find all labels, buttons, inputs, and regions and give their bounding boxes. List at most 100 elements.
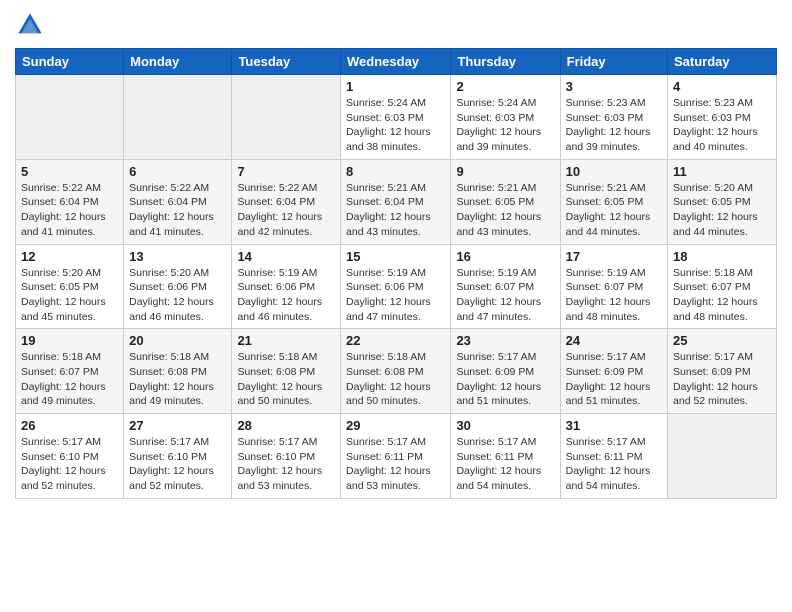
day-info: Sunrise: 5:17 AM Sunset: 6:10 PM Dayligh…: [237, 435, 335, 494]
calendar-cell: 12 Sunrise: 5:20 AM Sunset: 6:05 PM Dayli…: [16, 244, 124, 329]
day-info: Sunrise: 5:24 AM Sunset: 6:03 PM Dayligh…: [456, 96, 554, 155]
weekday-header-saturday: Saturday: [668, 49, 777, 75]
calendar-cell: 4 Sunrise: 5:23 AM Sunset: 6:03 PM Daylig…: [668, 75, 777, 160]
day-number: 7: [237, 164, 335, 179]
calendar-cell: 14 Sunrise: 5:19 AM Sunset: 6:06 PM Dayli…: [232, 244, 341, 329]
weekday-header-friday: Friday: [560, 49, 667, 75]
calendar-cell: 1 Sunrise: 5:24 AM Sunset: 6:03 PM Daylig…: [341, 75, 451, 160]
weekday-header-monday: Monday: [124, 49, 232, 75]
day-info: Sunrise: 5:19 AM Sunset: 6:07 PM Dayligh…: [456, 266, 554, 325]
day-number: 29: [346, 418, 445, 433]
calendar-cell: 28 Sunrise: 5:17 AM Sunset: 6:10 PM Dayli…: [232, 414, 341, 499]
calendar-cell: 6 Sunrise: 5:22 AM Sunset: 6:04 PM Daylig…: [124, 159, 232, 244]
calendar-cell: 9 Sunrise: 5:21 AM Sunset: 6:05 PM Daylig…: [451, 159, 560, 244]
day-number: 12: [21, 249, 118, 264]
calendar-cell: 29 Sunrise: 5:17 AM Sunset: 6:11 PM Dayli…: [341, 414, 451, 499]
day-number: 13: [129, 249, 226, 264]
day-info: Sunrise: 5:24 AM Sunset: 6:03 PM Dayligh…: [346, 96, 445, 155]
day-info: Sunrise: 5:19 AM Sunset: 6:07 PM Dayligh…: [566, 266, 662, 325]
day-info: Sunrise: 5:23 AM Sunset: 6:03 PM Dayligh…: [673, 96, 771, 155]
day-number: 5: [21, 164, 118, 179]
day-number: 27: [129, 418, 226, 433]
day-number: 28: [237, 418, 335, 433]
day-info: Sunrise: 5:21 AM Sunset: 6:05 PM Dayligh…: [456, 181, 554, 240]
calendar-week-1: 1 Sunrise: 5:24 AM Sunset: 6:03 PM Daylig…: [16, 75, 777, 160]
calendar-cell: 19 Sunrise: 5:18 AM Sunset: 6:07 PM Dayli…: [16, 329, 124, 414]
day-info: Sunrise: 5:18 AM Sunset: 6:07 PM Dayligh…: [673, 266, 771, 325]
calendar-cell: 31 Sunrise: 5:17 AM Sunset: 6:11 PM Dayli…: [560, 414, 667, 499]
day-number: 20: [129, 333, 226, 348]
calendar-week-4: 19 Sunrise: 5:18 AM Sunset: 6:07 PM Dayli…: [16, 329, 777, 414]
calendar-cell: 20 Sunrise: 5:18 AM Sunset: 6:08 PM Dayli…: [124, 329, 232, 414]
day-number: 23: [456, 333, 554, 348]
day-info: Sunrise: 5:22 AM Sunset: 6:04 PM Dayligh…: [129, 181, 226, 240]
calendar-cell: 21 Sunrise: 5:18 AM Sunset: 6:08 PM Dayli…: [232, 329, 341, 414]
weekday-header-thursday: Thursday: [451, 49, 560, 75]
weekday-header-wednesday: Wednesday: [341, 49, 451, 75]
day-number: 9: [456, 164, 554, 179]
day-info: Sunrise: 5:20 AM Sunset: 6:06 PM Dayligh…: [129, 266, 226, 325]
calendar-cell: 15 Sunrise: 5:19 AM Sunset: 6:06 PM Dayli…: [341, 244, 451, 329]
day-info: Sunrise: 5:17 AM Sunset: 6:09 PM Dayligh…: [673, 350, 771, 409]
calendar-cell: 26Sunrise: 5:17 AM Sunset: 6:10 PM Dayli…: [16, 414, 124, 499]
calendar-cell: 10 Sunrise: 5:21 AM Sunset: 6:05 PM Dayli…: [560, 159, 667, 244]
day-info: Sunrise: 5:21 AM Sunset: 6:05 PM Dayligh…: [566, 181, 662, 240]
calendar-cell: 2Sunrise: 5:24 AM Sunset: 6:03 PM Daylig…: [451, 75, 560, 160]
day-info: Sunrise: 5:17 AM Sunset: 6:09 PM Dayligh…: [456, 350, 554, 409]
weekday-header-sunday: Sunday: [16, 49, 124, 75]
weekday-header-row: SundayMondayTuesdayWednesdayThursdayFrid…: [16, 49, 777, 75]
day-number: 18: [673, 249, 771, 264]
header: [15, 10, 777, 40]
calendar-cell: [668, 414, 777, 499]
day-info: Sunrise: 5:22 AM Sunset: 6:04 PM Dayligh…: [21, 181, 118, 240]
calendar-cell: 23 Sunrise: 5:17 AM Sunset: 6:09 PM Dayli…: [451, 329, 560, 414]
day-info: Sunrise: 5:18 AM Sunset: 6:07 PM Dayligh…: [21, 350, 118, 409]
day-info: Sunrise: 5:19 AM Sunset: 6:06 PM Dayligh…: [237, 266, 335, 325]
day-number: 8: [346, 164, 445, 179]
calendar-cell: 16 Sunrise: 5:19 AM Sunset: 6:07 PM Dayli…: [451, 244, 560, 329]
calendar-cell: 25 Sunrise: 5:17 AM Sunset: 6:09 PM Dayli…: [668, 329, 777, 414]
calendar-cell: 18 Sunrise: 5:18 AM Sunset: 6:07 PM Dayli…: [668, 244, 777, 329]
day-info: Sunrise: 5:23 AM Sunset: 6:03 PM Dayligh…: [566, 96, 662, 155]
day-info: Sunrise: 5:17 AM Sunset: 6:11 PM Dayligh…: [346, 435, 445, 494]
day-info: Sunrise: 5:20 AM Sunset: 6:05 PM Dayligh…: [21, 266, 118, 325]
day-number: 21: [237, 333, 335, 348]
calendar-cell: 27Sunrise: 5:17 AM Sunset: 6:10 PM Dayli…: [124, 414, 232, 499]
day-number: 16: [456, 249, 554, 264]
day-number: 6: [129, 164, 226, 179]
day-number: 31: [566, 418, 662, 433]
calendar-cell: 8Sunrise: 5:21 AM Sunset: 6:04 PM Daylig…: [341, 159, 451, 244]
day-number: 10: [566, 164, 662, 179]
logo: [15, 10, 49, 40]
calendar-cell: 3 Sunrise: 5:23 AM Sunset: 6:03 PM Daylig…: [560, 75, 667, 160]
day-info: Sunrise: 5:18 AM Sunset: 6:08 PM Dayligh…: [346, 350, 445, 409]
day-number: 15: [346, 249, 445, 264]
calendar-cell: 24Sunrise: 5:17 AM Sunset: 6:09 PM Dayli…: [560, 329, 667, 414]
page: SundayMondayTuesdayWednesdayThursdayFrid…: [0, 0, 792, 612]
day-number: 1: [346, 79, 445, 94]
calendar-cell: [124, 75, 232, 160]
calendar-cell: 13 Sunrise: 5:20 AM Sunset: 6:06 PM Dayli…: [124, 244, 232, 329]
logo-icon: [15, 10, 45, 40]
day-info: Sunrise: 5:19 AM Sunset: 6:06 PM Dayligh…: [346, 266, 445, 325]
day-info: Sunrise: 5:18 AM Sunset: 6:08 PM Dayligh…: [129, 350, 226, 409]
calendar-cell: [232, 75, 341, 160]
day-number: 19: [21, 333, 118, 348]
day-number: 11: [673, 164, 771, 179]
day-number: 14: [237, 249, 335, 264]
day-info: Sunrise: 5:17 AM Sunset: 6:10 PM Dayligh…: [21, 435, 118, 494]
day-info: Sunrise: 5:18 AM Sunset: 6:08 PM Dayligh…: [237, 350, 335, 409]
day-number: 4: [673, 79, 771, 94]
calendar-cell: 7 Sunrise: 5:22 AM Sunset: 6:04 PM Daylig…: [232, 159, 341, 244]
day-number: 24: [566, 333, 662, 348]
calendar-cell: [16, 75, 124, 160]
calendar-week-3: 12 Sunrise: 5:20 AM Sunset: 6:05 PM Dayli…: [16, 244, 777, 329]
weekday-header-tuesday: Tuesday: [232, 49, 341, 75]
day-number: 22: [346, 333, 445, 348]
day-info: Sunrise: 5:22 AM Sunset: 6:04 PM Dayligh…: [237, 181, 335, 240]
day-number: 25: [673, 333, 771, 348]
day-number: 3: [566, 79, 662, 94]
day-info: Sunrise: 5:17 AM Sunset: 6:11 PM Dayligh…: [566, 435, 662, 494]
day-info: Sunrise: 5:17 AM Sunset: 6:11 PM Dayligh…: [456, 435, 554, 494]
calendar-cell: 30Sunrise: 5:17 AM Sunset: 6:11 PM Dayli…: [451, 414, 560, 499]
